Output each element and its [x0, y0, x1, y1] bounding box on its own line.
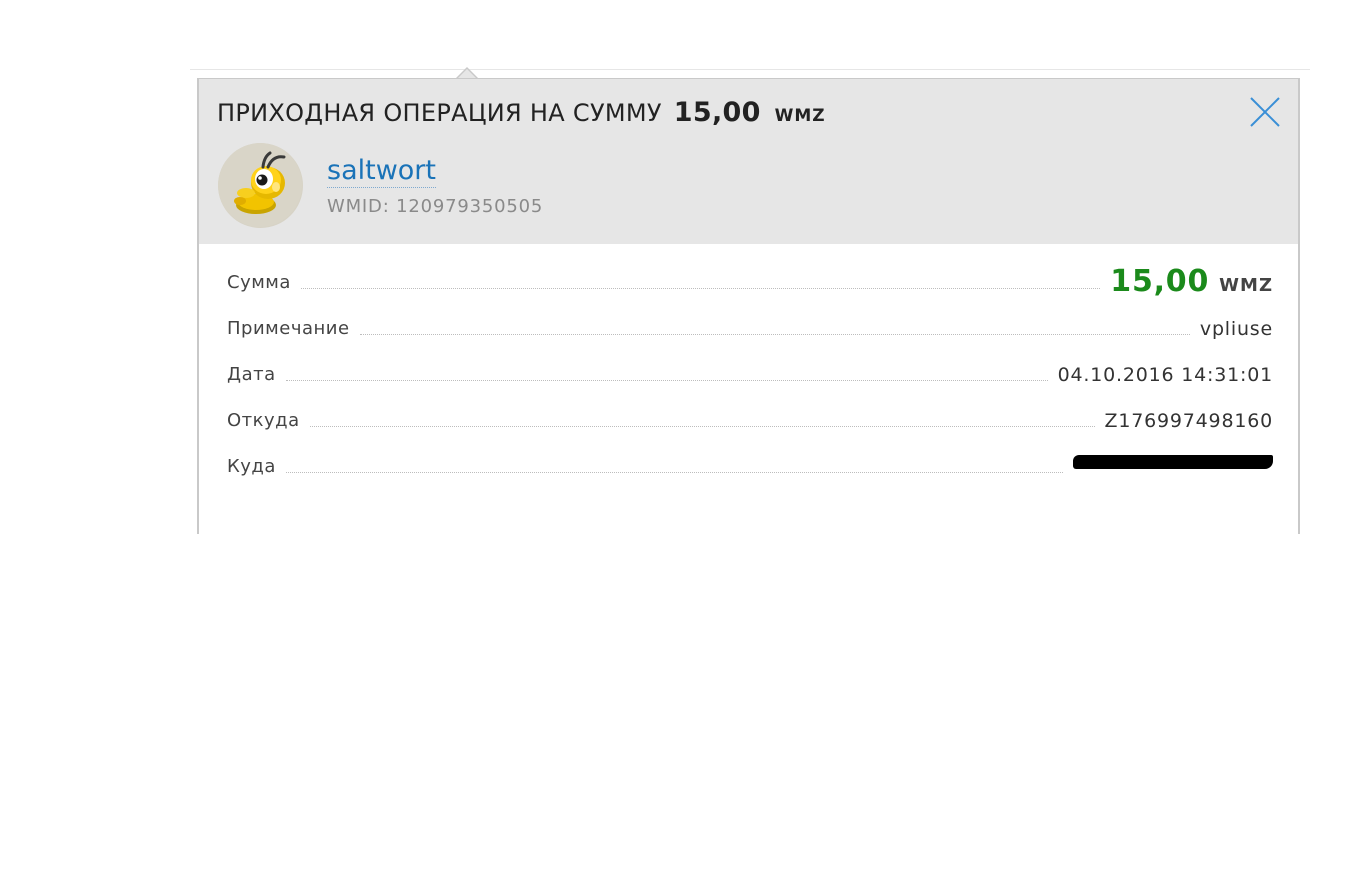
top-divider — [190, 69, 1310, 70]
from-purse-value: Z176997498160 — [1104, 410, 1273, 432]
to-purse-value-redacted — [1073, 455, 1273, 487]
amount-currency: WMZ — [1219, 275, 1273, 296]
popup-title: ПРИХОДНАЯ ОПЕРАЦИЯ НА СУММУ 15,00 WMZ — [217, 97, 826, 128]
detail-row-note: Примечание vpliuse — [227, 303, 1273, 349]
close-icon — [1250, 97, 1280, 127]
popup-header: ПРИХОДНАЯ ОПЕРАЦИЯ НА СУММУ 15,00 WMZ sa… — [199, 79, 1298, 244]
amount-label: Сумма — [227, 272, 291, 293]
note-value: vpliuse — [1199, 318, 1273, 340]
detail-row-to: Куда — [227, 441, 1273, 487]
detail-row-amount: Сумма 15,00 WMZ — [227, 257, 1273, 303]
close-button[interactable] — [1248, 95, 1282, 129]
detail-row-from: Откуда Z176997498160 — [227, 395, 1273, 441]
amount-value: 15,00 — [1110, 264, 1210, 299]
avatar[interactable] — [218, 143, 303, 228]
sender-wmid: WMID: 120979350505 — [327, 196, 544, 217]
dotted-leader — [285, 472, 1063, 473]
dotted-leader — [359, 334, 1190, 335]
sender-username-link[interactable]: saltwort — [327, 155, 436, 188]
from-label: Откуда — [227, 410, 300, 431]
dotted-leader — [285, 380, 1048, 381]
to-label: Куда — [227, 456, 276, 477]
title-amount: 15,00 — [673, 97, 761, 128]
dotted-leader — [309, 426, 1095, 427]
title-currency: WMZ — [774, 106, 826, 126]
date-label: Дата — [227, 364, 276, 385]
dotted-leader — [300, 288, 1101, 289]
title-prefix: ПРИХОДНАЯ ОПЕРАЦИЯ НА СУММУ — [217, 99, 662, 127]
detail-row-date: Дата 04.10.2016 14:31:01 — [227, 349, 1273, 395]
details-list: Сумма 15,00 WMZ Примечание vpliuse Дата 0… — [227, 257, 1273, 487]
ant-mascot-icon — [218, 143, 302, 227]
date-value: 04.10.2016 14:31:01 — [1057, 364, 1273, 386]
transaction-popup: ПРИХОДНАЯ ОПЕРАЦИЯ НА СУММУ 15,00 WMZ sa… — [197, 78, 1300, 534]
note-label: Примечание — [227, 318, 350, 339]
redaction-mark — [1073, 455, 1273, 469]
amount-value-group: 15,00 WMZ — [1110, 264, 1273, 303]
